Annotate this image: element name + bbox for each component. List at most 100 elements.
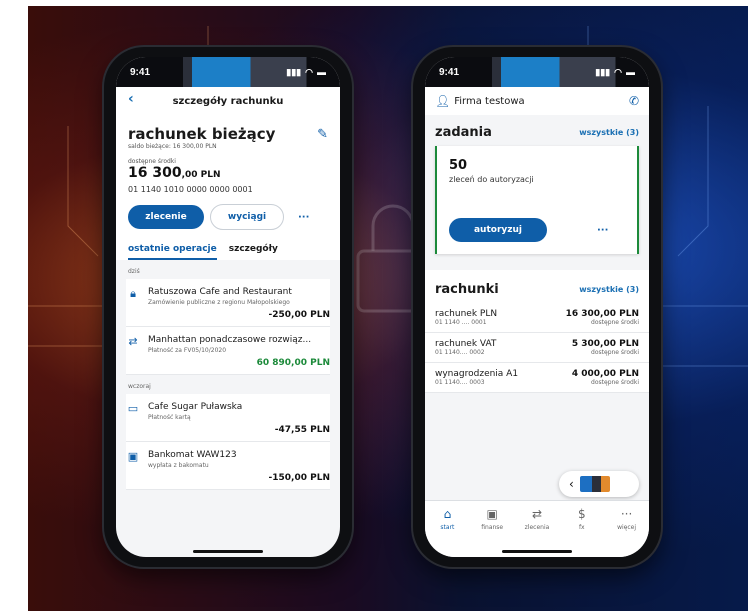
home-indicator: [502, 550, 572, 553]
transfer-icon: ⇄: [128, 335, 138, 348]
tab-start[interactable]: ⌂ start: [427, 507, 467, 557]
fx-icon: $: [577, 507, 586, 521]
account-row[interactable]: rachunek VAT 01 1140.... 0002 5 300,00 PL…: [425, 333, 649, 363]
operation-title: Manhattan ponadczasowe rozwiąz...: [148, 335, 312, 345]
quick-panel-toggle[interactable]: ‹: [559, 471, 639, 497]
account-balance: 5 300,00 PLN: [571, 339, 639, 349]
company-header: 👤︎ Firma testowa ✆: [425, 87, 649, 115]
status-time: 9:41: [439, 66, 460, 78]
account-row[interactable]: rachunek PLN 01 1140 .... 0001 16 300,00 …: [425, 303, 649, 333]
home-icon: ⌂: [443, 507, 452, 521]
accounts-title: rachunki: [435, 282, 499, 297]
phone-icon[interactable]: ✆: [629, 94, 639, 108]
tab-recent-operations[interactable]: ostatnie operacje: [128, 244, 217, 260]
account-title: rachunek bieżący: [128, 125, 276, 143]
wifi-icon: ◠: [305, 66, 313, 77]
account-balance-note: dostępne środki: [591, 319, 639, 326]
operation-amount: -250,00 PLN: [268, 310, 330, 320]
tab-label: finanse: [481, 524, 504, 531]
bottom-tab-bar: ⌂ start ▣ finanse ⇄ zlecenia $ fx ··· więcej: [425, 500, 649, 557]
wallet-icon: ▣: [486, 507, 498, 521]
tab-details[interactable]: szczegóły: [229, 244, 278, 260]
operation-subtitle: Płatność za FV05/10/2020: [148, 347, 227, 354]
order-button[interactable]: zlecenie: [128, 205, 204, 229]
operation-amount: -47,55 PLN: [274, 425, 330, 435]
operation-subtitle: Zamówienie publiczne z regionu Małopolsk…: [148, 299, 290, 306]
status-time: 9:41: [130, 66, 151, 78]
company-name[interactable]: Firma testowa: [454, 96, 524, 107]
operations-tabs: ostatnie operacje szczegóły: [116, 234, 340, 260]
tab-label: fx: [578, 524, 585, 531]
operation-title: Bankomat WAW123: [148, 450, 237, 460]
status-icons: ▮▮▮ ◠ ▬: [595, 67, 635, 78]
transfer-icon: ⇄: [531, 507, 543, 521]
dashboard-screen: 9:41 ▮▮▮ ◠ ▬ 👤︎ Firma testowa ✆ zadania …: [425, 57, 649, 557]
day-header-yesterday: wczoraj: [128, 383, 151, 390]
tasks-title: zadania: [435, 125, 492, 140]
available-funds: 16 300,00 PLN: [128, 165, 328, 181]
account-row[interactable]: wynagrodzenia A1 01 1140.... 0003 4 000,0…: [425, 363, 649, 393]
edit-pencil-icon[interactable]: ✎: [317, 127, 328, 142]
wifi-icon: ◠: [614, 66, 622, 77]
account-name: rachunek PLN: [435, 309, 498, 319]
list-item[interactable]: 🔒︎ Ratuszowa Cafe and Restaurant Zamówie…: [126, 279, 330, 327]
account-details-screen: 9:41 ▮▮▮ ◠ ▬ ‹ szczegóły rachunku rachun…: [116, 57, 340, 557]
card-icon: ▭: [127, 402, 139, 415]
battery-icon: ▬: [626, 67, 635, 77]
operation-subtitle: Płatność kartą: [148, 414, 191, 421]
list-item[interactable]: ▣ Bankomat WAW123 wypłata z bakomatu -15…: [126, 442, 330, 490]
back-arrow-icon[interactable]: ‹: [128, 91, 134, 107]
account-balance: 16 300,00 PLN: [565, 309, 639, 319]
account-number: 01 1140 .... 0001: [435, 319, 487, 326]
account-number: 01 1140 1010 0000 0000 0001: [128, 185, 253, 194]
tab-label: zlecenia: [524, 524, 550, 531]
user-icon[interactable]: 👤︎: [435, 94, 450, 108]
more-icon: ···: [620, 507, 633, 521]
nav-bar: ‹ szczegóły rachunku: [116, 87, 340, 115]
current-balance: saldo bieżące: 16 300,00 PLN: [128, 143, 217, 150]
pending-label: zleceń do autoryzacji: [449, 175, 534, 184]
phone-right: 9:41 ▮▮▮ ◠ ▬ 👤︎ Firma testowa ✆ zadania …: [413, 47, 661, 567]
list-item[interactable]: ⇄ Manhattan ponadczasowe rozwiąz... Płat…: [126, 327, 330, 375]
tab-label: start: [440, 524, 455, 531]
status-bar: 9:41 ▮▮▮ ◠ ▬: [116, 57, 340, 87]
authorization-card: 50 zleceń do autoryzacji autoryzuj ···: [435, 146, 639, 254]
signal-icon: ▮▮▮: [595, 66, 611, 77]
more-options-icon[interactable]: ···: [597, 225, 608, 236]
tab-label: więcej: [617, 524, 637, 531]
account-number: 01 1140.... 0003: [435, 379, 485, 386]
operation-title: Cafe Sugar Puławska: [148, 402, 243, 412]
wallet-icon: ▣: [127, 450, 139, 463]
all-tasks-link[interactable]: wszystkie (3): [579, 128, 639, 137]
account-number: 01 1140.... 0002: [435, 349, 485, 356]
operation-subtitle: wypłata z bakomatu: [148, 462, 209, 469]
authorize-button[interactable]: autoryzuj: [449, 218, 547, 242]
statements-button[interactable]: wyciągi: [210, 204, 284, 230]
account-name: rachunek VAT: [435, 339, 497, 349]
account-balance-note: dostępne środki: [591, 379, 639, 386]
account-name: wynagrodzenia A1: [435, 369, 519, 379]
account-balance: 4 000,00 PLN: [571, 369, 639, 379]
available-funds-label: dostępne środki: [128, 158, 176, 165]
account-balance-note: dostępne środki: [591, 349, 639, 356]
signal-icon: ▮▮▮: [286, 66, 302, 77]
all-accounts-link[interactable]: wszystkie (3): [579, 285, 639, 294]
battery-icon: ▬: [317, 67, 326, 77]
nav-title: szczegóły rachunku: [172, 95, 284, 107]
operation-amount: -150,00 PLN: [268, 473, 330, 483]
account-summary: rachunek bieżący ✎ saldo bieżące: 16 300…: [116, 115, 340, 234]
home-indicator: [193, 550, 263, 553]
status-icons: ▮▮▮ ◠ ▬: [286, 67, 326, 78]
status-bar: 9:41 ▮▮▮ ◠ ▬: [425, 57, 649, 87]
list-item[interactable]: ▭ Cafe Sugar Puławska Płatność kartą -47…: [126, 394, 330, 442]
available-decimal: ,00 PLN: [181, 170, 221, 180]
phone-left: 9:41 ▮▮▮ ◠ ▬ ‹ szczegóły rachunku rachun…: [104, 47, 352, 567]
cards-icon: [579, 476, 610, 492]
day-header-today: dziś: [128, 268, 140, 275]
more-options-icon[interactable]: ···: [298, 212, 309, 223]
tab-more[interactable]: ··· więcej: [607, 507, 647, 557]
chevron-left-icon: ‹: [569, 477, 574, 491]
available-amount: 16 300: [128, 165, 182, 181]
lock-icon: 🔒︎: [130, 287, 136, 300]
pending-count: 50: [449, 158, 468, 173]
